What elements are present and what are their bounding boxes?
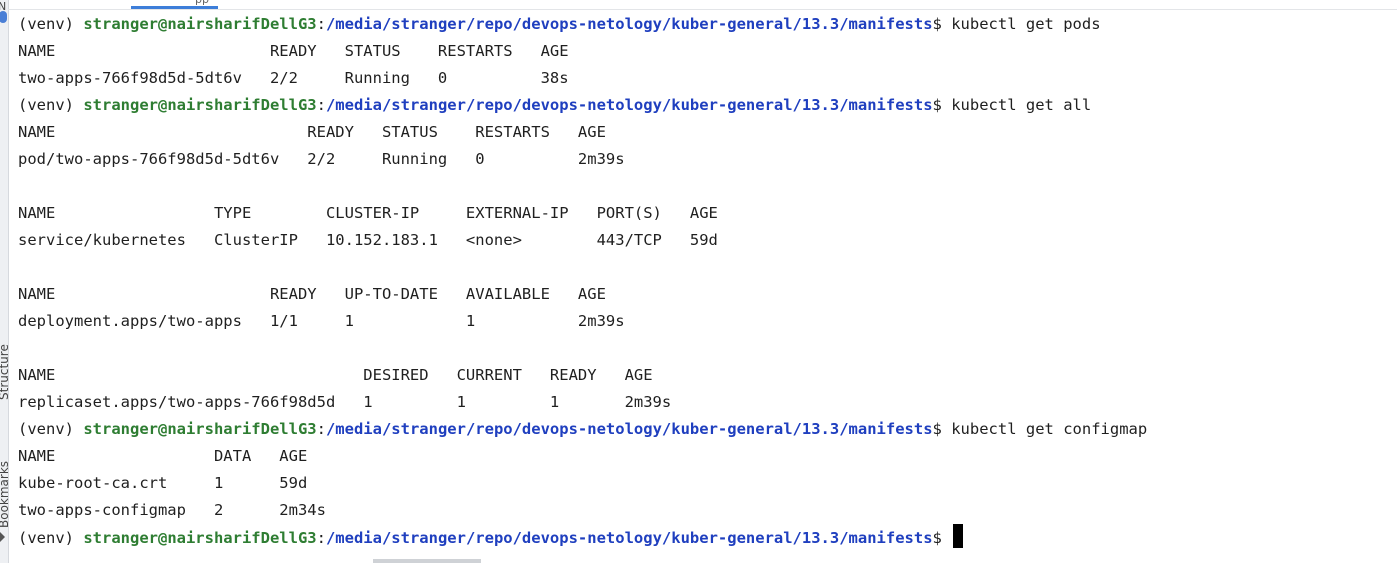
venv-label: (venv) [18, 420, 84, 438]
output-line: two-apps-configmap 2 2m34s [18, 501, 326, 519]
output-line: NAME TYPE CLUSTER-IP EXTERNAL-IP PORT(S)… [18, 204, 718, 222]
tool-window-strip: N Structure Bookmarks [0, 0, 11, 563]
venv-label: (venv) [18, 15, 84, 33]
output-line: NAME READY STATUS RESTARTS AGE [18, 42, 569, 60]
terminal-output[interactable]: (venv) stranger@nairsharifDellG3:/media/… [18, 11, 1397, 551]
prompt-colon: : [316, 15, 326, 33]
venv-label: (venv) [18, 529, 84, 547]
output-line: kube-root-ca.crt 1 59d [18, 474, 308, 492]
prompt-colon: : [316, 420, 326, 438]
prompt-line: (venv) stranger@nairsharifDellG3:/media/… [18, 11, 1397, 38]
prompt-colon: : [316, 529, 326, 547]
prompt-colon: : [316, 96, 326, 114]
working-directory: /media/stranger/repo/devops-netology/kub… [325, 15, 933, 33]
output-line: NAME READY UP-TO-DATE AVAILABLE AGE [18, 285, 606, 303]
expand-arrow-icon[interactable] [0, 532, 5, 542]
working-directory: /media/stranger/repo/devops-netology/kub… [325, 529, 933, 547]
output-line: NAME DESIRED CURRENT READY AGE [18, 366, 653, 384]
terminal-cursor[interactable] [953, 524, 964, 548]
output-line: deployment.apps/two-apps 1/1 1 1 2m39s [18, 312, 625, 330]
tab-bar-divider [8, 9, 1397, 10]
prompt-symbol: $ [932, 529, 952, 547]
structure-tab[interactable]: Structure [0, 344, 11, 400]
user-host: stranger@nairsharifDellG3 [83, 96, 317, 114]
prompt-line: (venv) stranger@nairsharifDellG3:/media/… [18, 92, 1397, 119]
output-line: two-apps-766f98d5d-5dt6v 2/2 Running 0 3… [18, 69, 569, 87]
output-line: NAME DATA AGE [18, 447, 308, 465]
active-terminal-tab-indicator[interactable] [131, 6, 218, 9]
working-directory: /media/stranger/repo/devops-netology/kub… [325, 420, 933, 438]
notification-icon[interactable] [0, 11, 7, 23]
horizontal-scrollbar-thumb[interactable] [373, 559, 481, 563]
user-host: stranger@nairsharifDellG3 [83, 529, 317, 547]
command-text: kubectl get configmap [951, 420, 1148, 438]
user-host: stranger@nairsharifDellG3 [83, 420, 317, 438]
working-directory: /media/stranger/repo/devops-netology/kub… [325, 96, 933, 114]
command-text: kubectl get all [951, 96, 1092, 114]
prompt-symbol: $ [932, 96, 952, 114]
output-line: service/kubernetes ClusterIP 10.152.183.… [18, 231, 718, 249]
output-line: NAME READY STATUS RESTARTS AGE [18, 123, 606, 141]
output-line: pod/two-apps-766f98d5d-5dt6v 2/2 Running… [18, 150, 625, 168]
prompt-symbol: $ [932, 15, 952, 33]
user-host: stranger@nairsharifDellG3 [83, 15, 317, 33]
prompt-symbol: $ [932, 420, 952, 438]
prompt-line: (venv) stranger@nairsharifDellG3:/media/… [18, 524, 1397, 551]
bookmarks-tab[interactable]: Bookmarks [0, 461, 11, 528]
command-text: kubectl get pods [951, 15, 1101, 33]
output-line: replicaset.apps/two-apps-766f98d5d 1 1 1… [18, 393, 672, 411]
prompt-line: (venv) stranger@nairsharifDellG3:/media/… [18, 416, 1397, 443]
venv-label: (venv) [18, 96, 84, 114]
